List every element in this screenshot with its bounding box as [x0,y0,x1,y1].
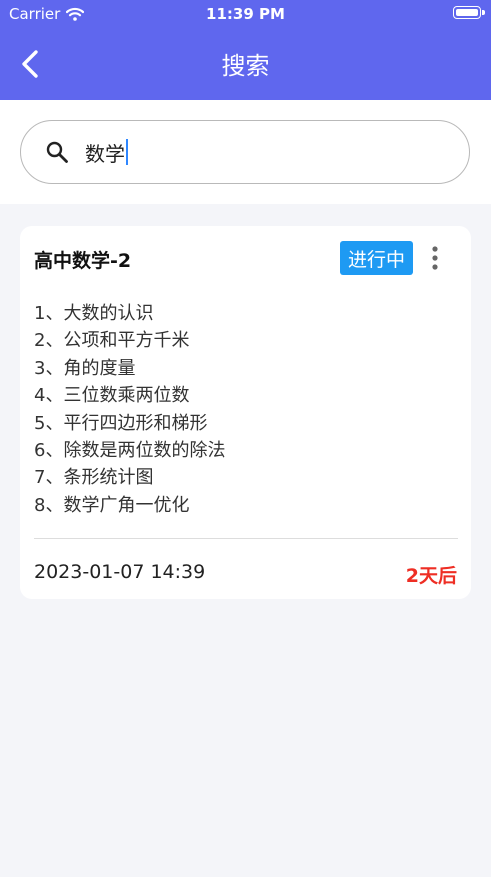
page-title: 搜索 [221,52,270,80]
divider [34,538,458,539]
outline-item: 8、数学广角一优化 [34,494,190,516]
status-bar: Carrier 11:39 PM [0,0,491,28]
outline-item: 3、角的度量 [34,357,136,379]
search-input[interactable]: 数学 [20,120,470,184]
battery-icon [453,6,481,19]
status-time: 11:39 PM [206,5,285,23]
outline-item: 5、平行四边形和梯形 [34,412,208,434]
outline-list: 1、大数的认识 2、公项和平方千米 3、角的度量 4、三位数乘两位数 5、平行四… [34,300,225,519]
search-icon [46,141,68,163]
outline-item: 1、大数的认识 [34,303,154,324]
app-header: Carrier 11:39 PM 搜索 [0,0,491,100]
outline-item: 7、条形统计图 [34,467,154,489]
search-query: 数学 [85,141,125,166]
text-caret [126,139,128,165]
outline-item: 4、三位数乘两位数 [34,385,190,407]
more-vertical-icon[interactable] [424,244,446,272]
search-query-wrapper: 数学 [85,138,128,167]
outline-item: 6、除数是两位数的除法 [34,439,226,461]
battery-tip [482,10,485,15]
outline-item: 2、公项和平方千米 [34,330,190,352]
status-badge: 进行中 [340,241,413,275]
card-date: 2023-01-07 14:39 [34,561,206,583]
search-area: 数学 [0,100,491,204]
due-label: 2天后 [405,565,457,587]
card-title: 高中数学-2 [34,250,132,272]
course-card[interactable]: 高中数学-2 进行中 1、大数的认识 2、公项和平方千米 3、角的度量 4、三位… [20,226,471,599]
